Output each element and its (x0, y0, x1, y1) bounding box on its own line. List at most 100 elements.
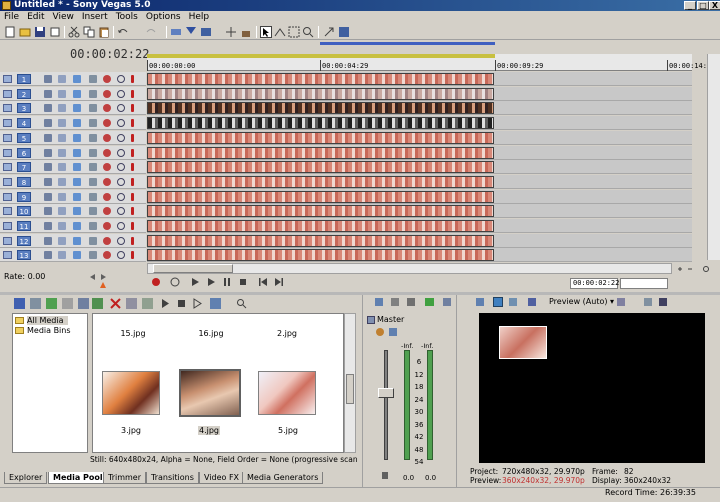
move-icon[interactable] (44, 178, 52, 186)
media-icon[interactable] (200, 26, 212, 38)
video-event-clip[interactable] (147, 161, 494, 173)
zoom-tool-icon[interactable] (302, 26, 314, 38)
track-lane[interactable] (147, 175, 692, 189)
composite-mode-icon[interactable] (58, 119, 66, 127)
video-event-clip[interactable] (147, 249, 494, 261)
auto-preview-icon[interactable] (192, 298, 203, 309)
track-lane[interactable] (147, 234, 692, 248)
track-fx-icon[interactable] (103, 251, 111, 259)
go-to-end-icon[interactable] (273, 276, 285, 288)
track-lane[interactable] (147, 131, 692, 145)
track-expand-icon[interactable] (3, 163, 12, 171)
pause-icon[interactable] (221, 276, 233, 288)
render-icon[interactable] (170, 26, 182, 38)
thumb-label[interactable]: 5.jpg (258, 426, 318, 435)
tree-item-all-media[interactable]: All Media (15, 316, 68, 325)
paste-icon[interactable] (98, 26, 110, 38)
solo-icon[interactable] (131, 251, 134, 259)
composite-mode-icon[interactable] (58, 222, 66, 230)
composite-mode-icon[interactable] (58, 178, 66, 186)
stop-icon[interactable] (176, 298, 187, 309)
selection-bar[interactable] (147, 54, 495, 58)
normal-edit-tool-icon[interactable] (260, 26, 272, 38)
composite-mode-icon[interactable] (58, 207, 66, 215)
motion-icon[interactable] (73, 207, 81, 215)
tab-transitions[interactable]: Transitions (146, 472, 199, 484)
tab-media-generators[interactable]: Media Generators (242, 472, 324, 484)
timeline-vertical-scrollbar[interactable] (707, 54, 720, 260)
save-icon[interactable] (34, 26, 46, 38)
track-header[interactable]: 10 (0, 204, 146, 218)
menu-file[interactable]: File (0, 11, 23, 23)
track-motion-icon[interactable] (89, 193, 97, 201)
thumb-label-selected[interactable]: 4.jpg (179, 426, 239, 435)
play-icon[interactable] (160, 298, 171, 309)
track-lane[interactable] (147, 146, 692, 160)
up-folder-icon[interactable] (14, 298, 25, 309)
track-header[interactable]: 3 (0, 101, 146, 115)
go-to-start-icon[interactable] (257, 276, 269, 288)
search-icon[interactable] (236, 298, 247, 309)
autoripple-icon[interactable] (225, 26, 237, 38)
solo-icon[interactable] (131, 75, 134, 83)
motion-icon[interactable] (73, 237, 81, 245)
lock-icon[interactable] (240, 26, 252, 38)
view-mode-icon[interactable] (210, 298, 221, 309)
composite-mode-icon[interactable] (58, 163, 66, 171)
solo-icon[interactable] (131, 207, 134, 215)
redo-icon[interactable] (145, 26, 157, 38)
video-event-clip[interactable] (147, 117, 494, 129)
motion-icon[interactable] (73, 251, 81, 259)
properties-icon[interactable] (49, 26, 61, 38)
tree-item-media-bins[interactable]: Media Bins (15, 326, 71, 335)
menu-view[interactable]: View (49, 11, 78, 23)
motion-icon[interactable] (73, 119, 81, 127)
move-icon[interactable] (44, 163, 52, 171)
composite-mode-icon[interactable] (58, 134, 66, 142)
copy-icon[interactable] (83, 26, 95, 38)
import-media-icon[interactable] (46, 298, 57, 309)
track-header[interactable]: 13 (0, 248, 146, 262)
stop-icon[interactable] (237, 276, 249, 288)
solo-icon[interactable] (131, 119, 134, 127)
menu-tools[interactable]: Tools (112, 11, 142, 23)
track-header[interactable]: 1 (0, 72, 146, 86)
track-expand-icon[interactable] (3, 251, 12, 259)
track-header[interactable]: 8 (0, 175, 146, 189)
track-lane[interactable] (147, 219, 692, 233)
video-event-clip[interactable] (147, 88, 494, 100)
track-fx-icon[interactable] (103, 163, 111, 171)
views-icon[interactable] (30, 298, 41, 309)
thumbnail-3[interactable] (102, 371, 160, 415)
fx-icon[interactable] (376, 328, 384, 336)
track-expand-icon[interactable] (3, 207, 12, 215)
properties-icon[interactable] (142, 298, 153, 309)
track-motion-icon[interactable] (89, 104, 97, 112)
track-fx-icon[interactable] (103, 90, 111, 98)
move-icon[interactable] (44, 134, 52, 142)
close-button[interactable]: X (709, 1, 720, 10)
video-event-clip[interactable] (147, 176, 494, 188)
motion-icon[interactable] (73, 149, 81, 157)
track-header[interactable]: 12 (0, 234, 146, 248)
track-fx-icon[interactable] (103, 149, 111, 157)
mute-icon[interactable] (117, 237, 125, 245)
mute-icon[interactable] (117, 251, 125, 259)
track-expand-icon[interactable] (3, 237, 12, 245)
track-motion-icon[interactable] (89, 237, 97, 245)
insert-fx-icon[interactable] (425, 298, 434, 306)
video-event-clip[interactable] (147, 132, 494, 144)
snapping-icon[interactable] (323, 26, 335, 38)
video-event-clip[interactable] (147, 220, 494, 232)
thumb-label[interactable]: 16.jpg (181, 329, 241, 338)
maximize-button[interactable]: □ (697, 1, 709, 10)
mute-icon[interactable] (117, 193, 125, 201)
track-header[interactable]: 7 (0, 160, 146, 174)
move-icon[interactable] (44, 207, 52, 215)
track-header[interactable]: 9 (0, 190, 146, 204)
lock-icon[interactable] (382, 472, 388, 479)
menu-edit[interactable]: Edit (23, 11, 48, 23)
move-icon[interactable] (44, 75, 52, 83)
get-media-icon[interactable] (78, 298, 89, 309)
thumbnail-4[interactable] (179, 369, 241, 417)
